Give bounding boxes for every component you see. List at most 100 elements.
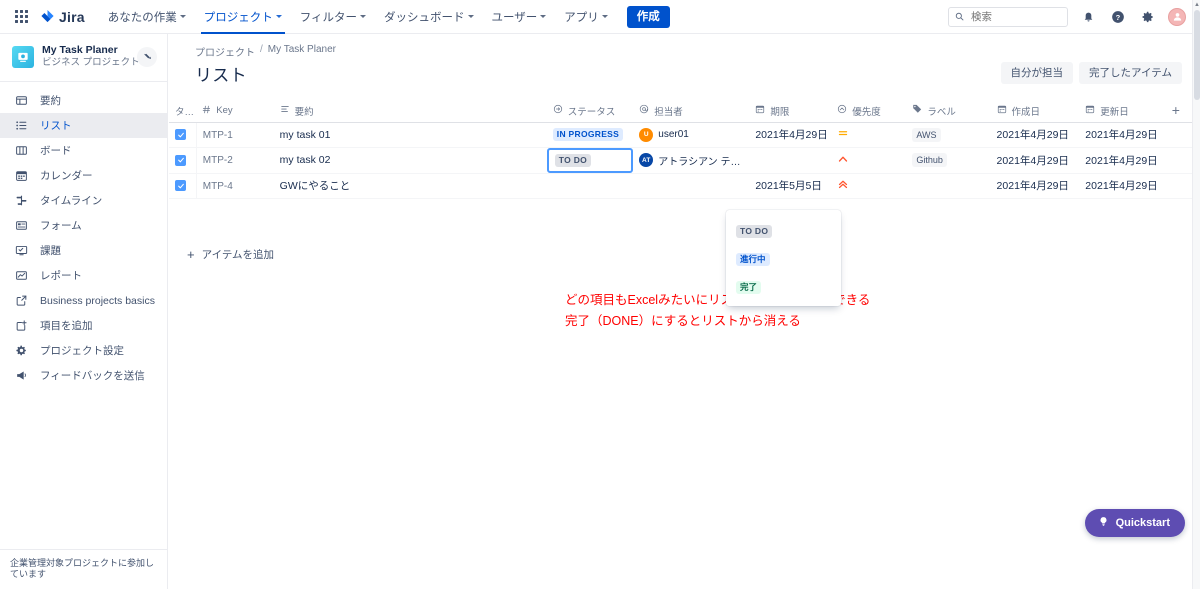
column-header-updated[interactable]: 更新日 [1079,100,1166,123]
sidebar-divider [0,81,167,82]
sidebar-item-form[interactable]: フォーム [0,213,167,238]
cell-summary[interactable]: GWにやること [273,173,547,199]
calendar-icon [755,104,765,117]
cell-assignee[interactable]: U user01 [633,122,750,148]
row-checkbox-cell[interactable] [169,147,197,174]
sidebar-label: 課題 [40,245,61,257]
add-item-button[interactable]: + アイテムを追加 [181,242,280,267]
issue-key-link[interactable]: MTP-1 [203,130,233,141]
column-header-type[interactable]: タ… [169,100,197,123]
paint-bucket-icon[interactable] [137,46,157,67]
search-input[interactable] [969,9,1061,24]
filter-done-items-button[interactable]: 完了したアイテム [1079,62,1182,84]
cell-labels[interactable] [906,173,991,199]
app-switcher-icon[interactable] [8,4,34,30]
cell-created: 2021年4月29日 [990,122,1080,148]
sidebar-item-issues[interactable]: 課題 [0,238,167,263]
cell-summary[interactable]: my task 02 [273,147,547,174]
project-header: My Task Planer ビジネス プロジェクト [0,34,167,81]
status-option-todo[interactable]: TO DO [726,216,841,244]
breadcrumb-projects[interactable]: プロジェクト [195,44,255,59]
column-header-key[interactable]: Key [196,100,274,123]
nav-item-filters[interactable]: フィルター [291,0,375,34]
sidebar-item-list[interactable]: リスト [0,113,167,138]
breadcrumb-current-project[interactable]: My Task Planer [268,44,336,59]
sidebar-item-business-projects-basics[interactable]: Business projects basics [0,288,167,313]
row-checkbox-cell[interactable] [169,122,197,148]
cell-priority[interactable] [831,122,907,148]
status-option-done[interactable]: 完了 [726,272,841,300]
settings-gear-icon[interactable] [1138,7,1158,27]
column-header-priority[interactable]: 優先度 [831,100,907,123]
board-icon [14,143,29,158]
sidebar-item-project-settings[interactable]: プロジェクト設定 [0,338,167,363]
profile-avatar[interactable] [1168,7,1186,26]
issue-key-link[interactable]: MTP-2 [203,155,233,166]
column-header-labels[interactable]: ラベル [906,100,991,123]
nav-item-apps[interactable]: アプリ [555,0,617,34]
status-badge[interactable]: IN PROGRESS [552,128,624,141]
status-dropdown-menu[interactable]: TO DO 進行中 完了 [726,210,841,306]
nav-item-people[interactable]: ユーザー [483,0,556,34]
search-box[interactable] [948,6,1068,27]
calendar-icon [997,104,1007,117]
cell-issue-key[interactable]: MTP-4 [196,173,274,199]
cell-assignee[interactable] [633,173,750,199]
sidebar-item-timeline[interactable]: タイムライン [0,188,167,213]
table-row[interactable]: MTP-4 GWにやること 2021年5月5日 2021年4月29日 2021年… [169,173,1200,199]
row-checkbox[interactable] [175,129,186,140]
cell-priority[interactable] [831,147,907,174]
table-row[interactable]: MTP-1 my task 01 IN PROGRESS U user01 20… [169,122,1200,148]
cell-labels[interactable]: Github [906,147,991,174]
jira-mark-icon [40,9,55,24]
nav-item-your-work[interactable]: あなたの作業 [99,0,195,34]
column-header-due-date[interactable]: 期限 [749,100,832,123]
cell-due-date[interactable]: 2021年5月5日 [749,173,832,199]
cell-status[interactable] [546,173,634,199]
status-option-in-progress[interactable]: 進行中 [726,244,841,272]
sidebar-item-summary[interactable]: 要約 [0,88,167,113]
cell-status-editing[interactable]: TO DO [546,147,634,174]
jira-home-logo[interactable]: Jira [40,9,85,25]
label-chip: Github [912,153,947,167]
cell-due-date[interactable] [749,147,832,174]
form-icon [14,218,29,233]
quickstart-button[interactable]: Quickstart [1084,509,1185,537]
filter-only-my-issues-button[interactable]: 自分が担当 [1000,62,1074,84]
notifications-icon[interactable] [1078,7,1098,27]
sidebar-label: 要約 [40,95,61,107]
table-row[interactable]: MTP-2 my task 02 TO DO AT アトラシアン テス… Git… [169,147,1200,174]
cell-status[interactable]: IN PROGRESS [546,122,634,148]
sidebar-item-reports[interactable]: レポート [0,263,167,288]
row-checkbox[interactable] [175,154,186,166]
cell-issue-key[interactable]: MTP-1 [196,122,274,148]
sidebar-item-calendar[interactable]: カレンダー [0,163,167,188]
priority-icon [837,104,847,117]
sidebar-item-add-shortcut[interactable]: 項目を追加 [0,313,167,338]
column-header-created[interactable]: 作成日 [990,100,1080,123]
column-header-summary[interactable]: 要約 [273,100,547,123]
nav-item-dashboards[interactable]: ダッシュボード [375,0,483,34]
cell-due-date[interactable]: 2021年4月29日 [749,122,832,148]
priority-highest-icon [837,180,849,193]
cell-issue-key[interactable]: MTP-2 [196,147,274,174]
sidebar-item-board[interactable]: ボード [0,138,167,163]
issue-key-link[interactable]: MTP-4 [203,181,233,192]
help-icon[interactable]: ? [1108,7,1128,27]
nav-item-projects[interactable]: プロジェクト [195,0,291,34]
column-header-assignee[interactable]: 担当者 [633,100,750,123]
cell-labels[interactable]: AWS [906,122,991,148]
status-editor-field[interactable]: TO DO [546,147,634,172]
row-checkbox[interactable] [175,180,186,191]
scroll-up-arrow[interactable]: ▲ [1194,2,1200,8]
sidebar-item-give-feedback[interactable]: フィードバックを送信 [0,363,167,388]
cell-assignee[interactable]: AT アトラシアン テス… [633,147,750,174]
cell-summary[interactable]: my task 01 [273,122,547,148]
scrollbar-thumb[interactable] [1194,10,1200,100]
table-body: MTP-1 my task 01 IN PROGRESS U user01 20… [169,122,1200,199]
page-scrollbar[interactable]: ▲ [1192,0,1200,589]
column-header-status[interactable]: ステータス [546,100,634,123]
create-button[interactable]: 作成 [626,5,670,28]
cell-priority[interactable] [831,173,907,199]
row-checkbox-cell[interactable] [169,173,197,199]
